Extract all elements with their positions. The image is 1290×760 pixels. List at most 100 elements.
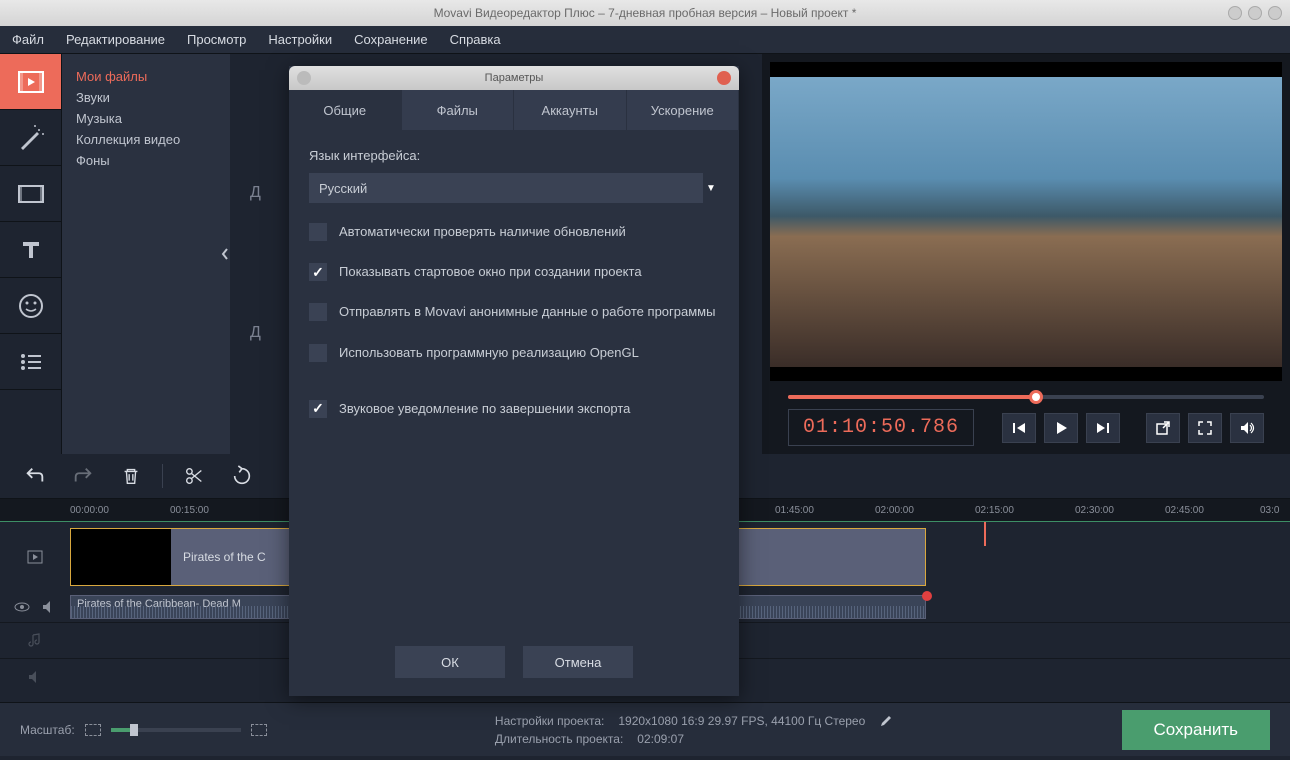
project-settings-label: Настройки проекта: xyxy=(495,714,604,728)
undo-icon xyxy=(24,465,46,487)
tab-accounts[interactable]: Аккаунты xyxy=(514,90,627,130)
tab-acceleration[interactable]: Ускорение xyxy=(627,90,740,130)
dialog-body: Язык интерфейса: Русский ▼ Автоматически… xyxy=(289,130,739,632)
ok-button[interactable]: ОК xyxy=(395,646,505,678)
rotate-button[interactable] xyxy=(225,461,259,491)
music-track-head xyxy=(8,632,62,650)
play-icon xyxy=(1053,420,1069,436)
rotate-icon xyxy=(231,465,253,487)
menu-edit[interactable]: Редактирование xyxy=(66,32,165,47)
wand-icon xyxy=(15,122,47,154)
skip-back-icon xyxy=(1011,420,1027,436)
dialog-menu-button[interactable] xyxy=(297,71,311,85)
close-button[interactable] xyxy=(1268,6,1282,20)
delete-button[interactable] xyxy=(114,461,148,491)
checkbox-opengl-label: Использовать программную реализацию Open… xyxy=(339,344,639,362)
ruler-tick: 00:15:00 xyxy=(170,505,209,516)
video-frame xyxy=(770,77,1282,367)
tab-general[interactable]: Общие xyxy=(289,90,402,130)
checkbox-start-window[interactable] xyxy=(309,263,327,281)
cut-button[interactable] xyxy=(177,461,211,491)
ruler-tick: 02:15:00 xyxy=(975,505,1014,516)
content-hint-1: Д xyxy=(250,184,261,202)
save-button[interactable]: Сохранить xyxy=(1122,710,1270,750)
checkbox-updates[interactable] xyxy=(309,223,327,241)
next-button[interactable] xyxy=(1086,413,1120,443)
dialog-close-button[interactable] xyxy=(717,71,731,85)
checkbox-updates-label: Автоматически проверять наличие обновлен… xyxy=(339,223,626,241)
zoom-out-icon[interactable] xyxy=(85,724,101,736)
tab-files[interactable]: Файлы xyxy=(402,90,515,130)
sidebar-item-music[interactable]: Музыка xyxy=(76,108,216,129)
timecode[interactable]: 01:10:50.786 xyxy=(788,409,974,446)
chevron-down-icon: ▼ xyxy=(703,173,719,203)
menu-file[interactable]: Файл xyxy=(12,32,44,47)
progress-thumb[interactable] xyxy=(1029,390,1043,404)
video-preview[interactable] xyxy=(770,62,1282,381)
menu-settings[interactable]: Настройки xyxy=(268,32,332,47)
checkbox-opengl[interactable] xyxy=(309,344,327,362)
checkbox-anonymous-data[interactable] xyxy=(309,303,327,321)
tool-stickers[interactable] xyxy=(0,278,61,334)
menu-view[interactable]: Просмотр xyxy=(187,32,246,47)
scissors-icon xyxy=(183,465,205,487)
language-select[interactable]: Русский ▼ xyxy=(309,173,719,203)
speaker-small-icon xyxy=(26,668,44,686)
list-icon xyxy=(15,346,47,378)
checkbox-sound-notify[interactable] xyxy=(309,400,327,418)
eye-icon xyxy=(13,598,31,616)
text-icon xyxy=(15,234,47,266)
checkbox-anonymous-data-label: Отправлять в Movavi анонимные данные о р… xyxy=(339,303,715,321)
zoom-slider[interactable] xyxy=(111,728,241,732)
ruler-tick: 02:45:00 xyxy=(1165,505,1204,516)
sidebar-item-backgrounds[interactable]: Фоны xyxy=(76,150,216,171)
sidebar-item-sounds[interactable]: Звуки xyxy=(76,87,216,108)
statusbar: Масштаб: Настройки проекта: 1920x1080 16… xyxy=(0,702,1290,756)
window-controls xyxy=(1228,6,1282,20)
tool-import[interactable] xyxy=(0,54,61,110)
menu-save[interactable]: Сохранение xyxy=(354,32,428,47)
edit-settings-icon[interactable] xyxy=(879,714,893,728)
tool-filters[interactable] xyxy=(0,110,61,166)
popout-button[interactable] xyxy=(1146,413,1180,443)
separator xyxy=(162,464,163,488)
video-track-head xyxy=(8,548,62,566)
tool-transitions[interactable] xyxy=(0,166,61,222)
project-duration-label: Длительность проекта: xyxy=(495,732,623,746)
tool-titles[interactable] xyxy=(0,222,61,278)
zoom-thumb[interactable] xyxy=(130,724,138,736)
playhead[interactable] xyxy=(984,522,986,546)
checkbox-sound-notify-label: Звуковое уведомление по завершении экспо… xyxy=(339,400,630,418)
volume-button[interactable] xyxy=(1230,413,1264,443)
progress-fill xyxy=(788,395,1036,399)
tool-more[interactable] xyxy=(0,334,61,390)
video-clip-label: Pirates of the C xyxy=(171,550,266,564)
language-value: Русский xyxy=(319,181,367,196)
project-settings-value: 1920x1080 16:9 29.97 FPS, 44100 Гц Стере… xyxy=(618,714,865,728)
speaker-small-icon xyxy=(40,598,58,616)
prev-button[interactable] xyxy=(1002,413,1036,443)
dialog-titlebar[interactable]: Параметры xyxy=(289,66,739,90)
zoom-in-icon[interactable] xyxy=(251,724,267,736)
ruler-tick: 02:30:00 xyxy=(1075,505,1114,516)
sidebar-item-videocollection[interactable]: Коллекция видео xyxy=(76,129,216,150)
ruler-tick: 02:00:00 xyxy=(875,505,914,516)
menu-help[interactable]: Справка xyxy=(450,32,501,47)
maximize-button[interactable] xyxy=(1248,6,1262,20)
sidebar-item-myfiles[interactable]: Мои файлы xyxy=(76,66,216,87)
film-small-icon xyxy=(26,548,44,566)
fullscreen-icon xyxy=(1197,420,1213,436)
redo-button[interactable] xyxy=(66,461,100,491)
minimize-button[interactable] xyxy=(1228,6,1242,20)
play-button[interactable] xyxy=(1044,413,1078,443)
project-duration-value: 02:09:07 xyxy=(637,732,684,746)
ruler-tick: 03:0 xyxy=(1260,505,1279,516)
settings-dialog: Параметры Общие Файлы Аккаунты Ускорение… xyxy=(289,66,739,696)
cancel-button[interactable]: Отмена xyxy=(523,646,633,678)
audio-track-head xyxy=(8,598,62,616)
fullscreen-button[interactable] xyxy=(1188,413,1222,443)
skip-forward-icon xyxy=(1095,420,1111,436)
preview-progress[interactable] xyxy=(788,395,1264,399)
preview-panel: 01:10:50.786 xyxy=(762,54,1290,454)
undo-button[interactable] xyxy=(18,461,52,491)
